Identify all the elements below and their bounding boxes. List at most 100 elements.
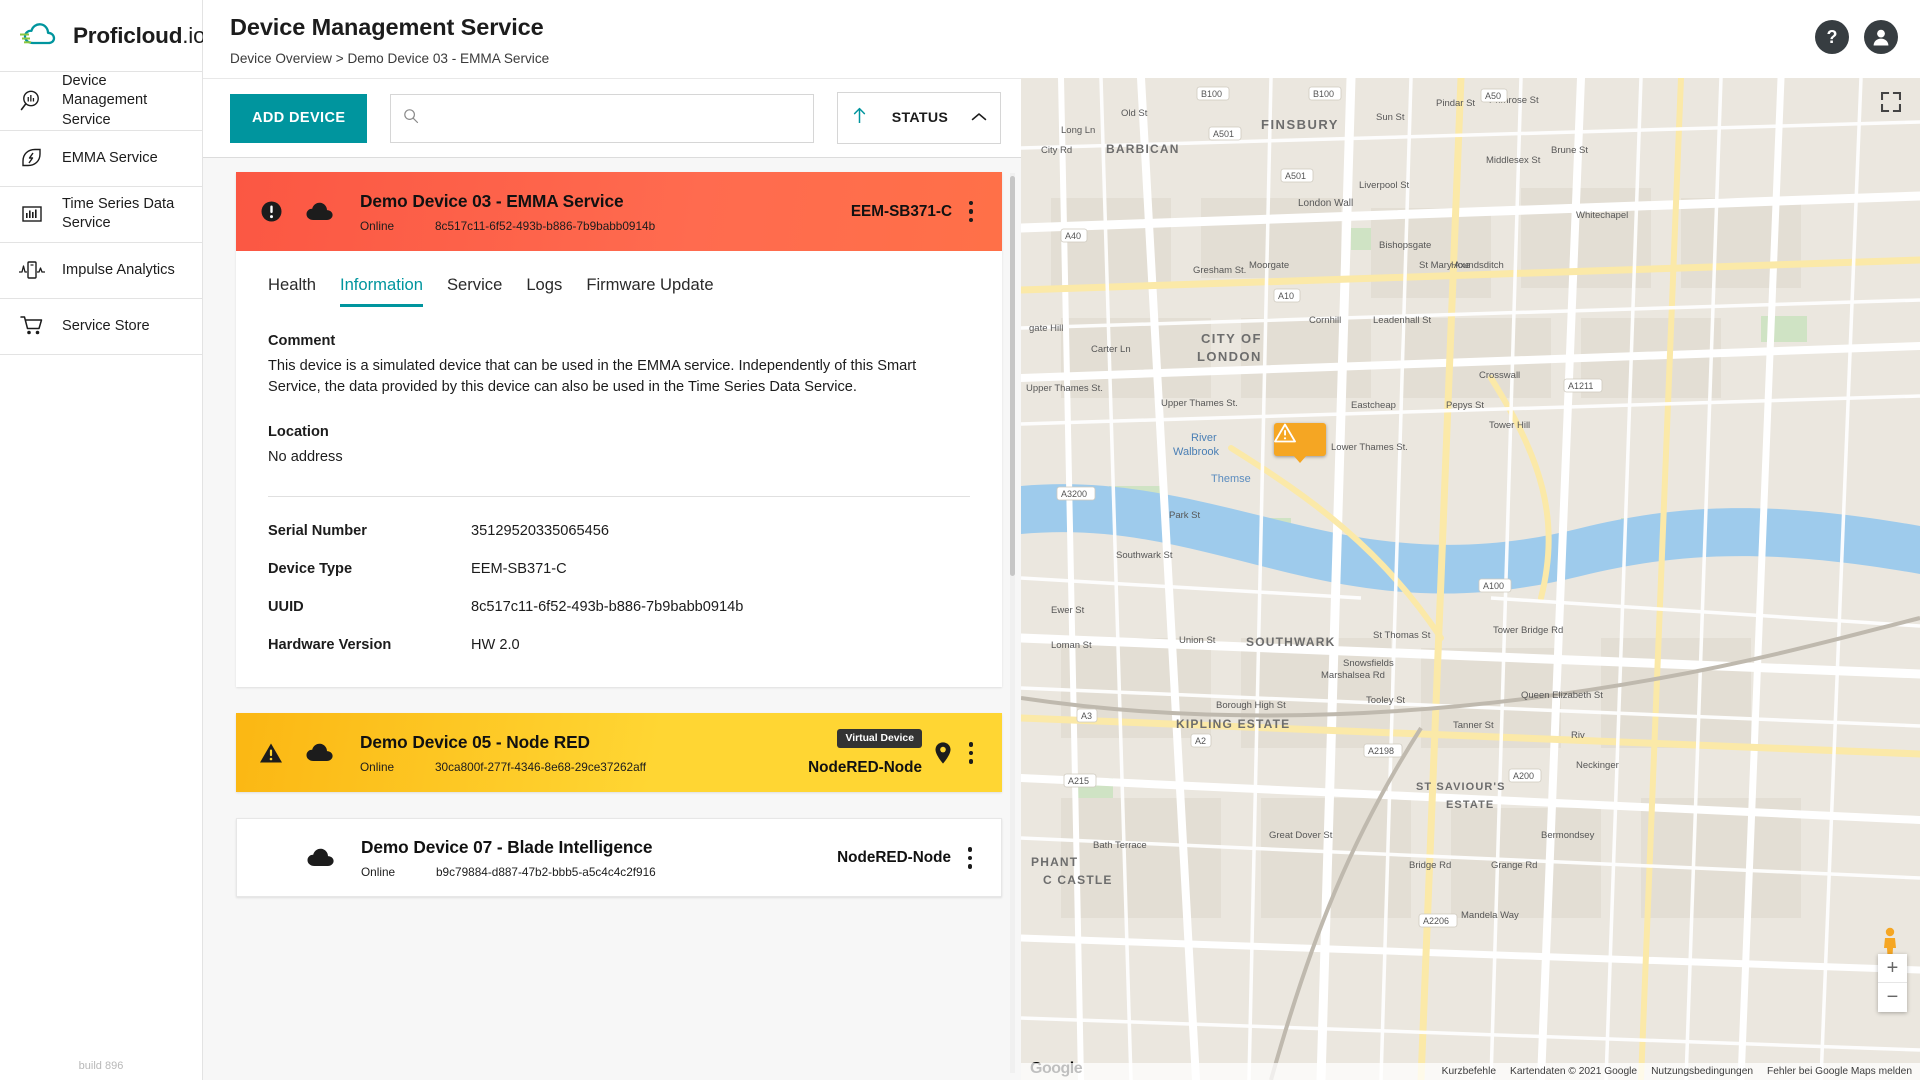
map-label: Lower Thames St. xyxy=(1331,442,1408,453)
search-input[interactable] xyxy=(427,110,801,126)
map-label: Cornhill xyxy=(1309,315,1341,326)
tab-service[interactable]: Service xyxy=(447,275,502,307)
device-card-header[interactable]: Demo Device 05 - Node RED Online 30ca800… xyxy=(236,713,1002,792)
warning-marker-icon[interactable] xyxy=(1274,423,1326,456)
spec-row: Serial Number 35129520335065456 xyxy=(268,523,970,539)
user-avatar-icon[interactable] xyxy=(1864,20,1898,54)
add-device-button[interactable]: ADD DEVICE xyxy=(230,94,367,143)
attribution-terms[interactable]: Nutzungsbedingungen xyxy=(1651,1066,1753,1077)
toolbar: ADD DEVICE STATUS xyxy=(203,78,1021,158)
map-label: St Thomas St xyxy=(1373,630,1431,641)
tab-firmware-update[interactable]: Firmware Update xyxy=(586,275,713,307)
device-name: Demo Device 07 - Blade Intelligence xyxy=(361,837,837,858)
device-model: NodeRED-Node xyxy=(837,849,951,867)
map-label: LONDON xyxy=(1197,349,1262,364)
tab-health[interactable]: Health xyxy=(268,275,316,307)
map-label: Whitechapel xyxy=(1576,210,1628,221)
sidebar-nav: Device Management Service EMMA Service xyxy=(0,71,202,355)
comment-label: Comment xyxy=(268,333,970,349)
device-model: NodeRED-Node xyxy=(808,759,922,777)
device-header-texts: Demo Device 05 - Node RED Online 30ca800… xyxy=(360,732,808,774)
map-label: Tower Bridge Rd xyxy=(1493,625,1563,636)
device-header-right: NodeRED-Node xyxy=(837,849,951,867)
svg-text:A50: A50 xyxy=(1485,91,1501,101)
sidebar-item-emma-service[interactable]: EMMA Service xyxy=(0,131,202,187)
svg-text:A501: A501 xyxy=(1213,129,1234,139)
brand[interactable]: Proficloud.io xyxy=(0,0,202,71)
map-pin-icon[interactable] xyxy=(928,741,958,765)
device-card-header[interactable]: Demo Device 07 - Blade Intelligence Onli… xyxy=(236,818,1002,897)
road-shield: A100 xyxy=(1479,579,1511,592)
map-label: Pepys St xyxy=(1446,400,1484,411)
map-label: Themse xyxy=(1211,473,1251,485)
map-label: FINSBURY xyxy=(1261,117,1339,132)
map-label: Riv xyxy=(1571,730,1585,741)
zoom-out-button[interactable]: − xyxy=(1878,983,1907,1012)
device-card: Demo Device 05 - Node RED Online 30ca800… xyxy=(236,713,1002,792)
comment-text: This device is a simulated device that c… xyxy=(268,356,970,398)
sidebar-item-device-management-service[interactable]: Device Management Service xyxy=(0,72,202,131)
svg-text:A215: A215 xyxy=(1068,776,1089,786)
status-filter-button[interactable]: STATUS xyxy=(837,92,1001,144)
help-icon[interactable]: ? xyxy=(1815,20,1849,54)
attribution-shortcuts[interactable]: Kurzbefehle xyxy=(1442,1066,1496,1077)
impulse-analytics-icon xyxy=(18,256,46,284)
map-label: Ewer St xyxy=(1051,605,1085,616)
svg-text:A2198: A2198 xyxy=(1368,746,1394,756)
svg-text:A200: A200 xyxy=(1513,771,1534,781)
map-label: Neckinger xyxy=(1576,760,1619,771)
road-shield: A50 xyxy=(1481,89,1507,102)
map-label: PHANT xyxy=(1031,855,1078,869)
brand-name-suffix: .io xyxy=(182,23,205,48)
device-model: EEM-SB371-C xyxy=(851,203,952,221)
svg-text:A10: A10 xyxy=(1278,291,1294,301)
svg-text:B100: B100 xyxy=(1313,89,1334,99)
map-label: BARBICAN xyxy=(1106,142,1180,156)
brand-name-bold: Proficloud xyxy=(73,23,182,48)
map-panel[interactable]: FINSBURYBARBICANCITY OFLONDONSOUTHWARKKI… xyxy=(1021,78,1920,1080)
map-label: Sun St xyxy=(1376,112,1405,123)
emma-service-icon xyxy=(18,144,46,172)
kebab-menu-icon[interactable] xyxy=(958,201,984,223)
map-label: Crosswall xyxy=(1479,370,1520,381)
map-label: Bermondsey xyxy=(1541,830,1595,841)
svg-text:A501: A501 xyxy=(1285,171,1306,181)
svg-text:A2: A2 xyxy=(1195,736,1206,746)
device-name: Demo Device 03 - EMMA Service xyxy=(360,191,851,212)
device-card-header[interactable]: Demo Device 03 - EMMA Service Online 8c5… xyxy=(236,172,1002,251)
svg-text:B100: B100 xyxy=(1201,89,1222,99)
map-label: Upper Thames St. xyxy=(1026,383,1103,394)
zoom-in-button[interactable]: + xyxy=(1878,954,1907,983)
page-header: Device Management Service Device Overvie… xyxy=(203,0,1021,78)
map-label: City Rd xyxy=(1041,145,1072,156)
tab-information[interactable]: Information xyxy=(340,275,423,307)
map-canvas: FINSBURYBARBICANCITY OFLONDONSOUTHWARKKI… xyxy=(1021,78,1920,1080)
device-status: Online xyxy=(361,865,436,879)
map-label: Marshalsea Rd xyxy=(1321,670,1385,681)
map-label: Upper Thames St. xyxy=(1161,398,1238,409)
sidebar-item-label: Service Store xyxy=(62,317,150,336)
sidebar-item-impulse-analytics[interactable]: Impulse Analytics xyxy=(0,243,202,299)
search-box[interactable] xyxy=(390,94,814,143)
map-label: Tanner St xyxy=(1453,720,1494,731)
map-zoom-controls[interactable]: + − xyxy=(1878,954,1907,1012)
attribution-mapdata: Kartendaten © 2021 Google xyxy=(1510,1066,1637,1077)
map-label: Pindar St xyxy=(1436,98,1475,109)
error-exclamation-icon xyxy=(256,200,286,223)
kebab-menu-icon[interactable] xyxy=(958,742,984,764)
map-label: Mandela Way xyxy=(1461,910,1519,921)
sidebar-item-time-series-data-service[interactable]: Time Series Data Service xyxy=(0,187,202,243)
map-label: Tower Hill xyxy=(1489,420,1530,431)
road-shield: A501 xyxy=(1209,127,1241,140)
road-shield: A3 xyxy=(1077,709,1097,722)
fullscreen-icon[interactable] xyxy=(1881,92,1907,118)
attribution-report-error[interactable]: Fehler bei Google Maps melden xyxy=(1767,1066,1912,1077)
scrollbar-thumb[interactable] xyxy=(1010,176,1015,576)
divider xyxy=(268,496,970,497)
map-label: Gresham St. xyxy=(1193,265,1246,276)
device-card: Demo Device 07 - Blade Intelligence Onli… xyxy=(236,818,1002,897)
kebab-menu-icon[interactable] xyxy=(957,847,983,869)
tab-logs[interactable]: Logs xyxy=(526,275,562,307)
device-management-icon xyxy=(18,87,46,115)
sidebar-item-service-store[interactable]: Service Store xyxy=(0,299,202,355)
